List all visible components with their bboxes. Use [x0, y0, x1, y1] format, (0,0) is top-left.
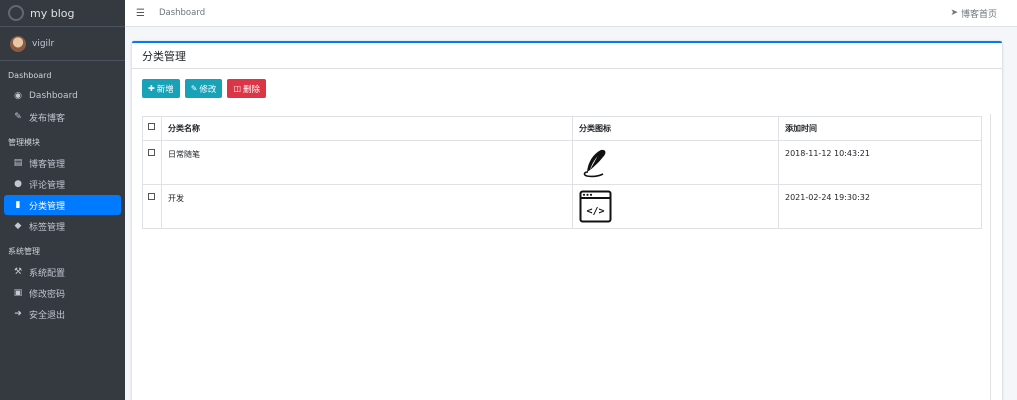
select-all-checkbox[interactable] [148, 123, 155, 130]
brand-title: my blog [30, 6, 75, 20]
table-header-row: 分类名称 分类图标 添加时间 [142, 116, 982, 141]
lock-icon: ▣ [13, 288, 23, 298]
add-button-label: 新增 [156, 84, 174, 95]
column-header-time[interactable]: 添加时间 [778, 116, 982, 141]
nav-header-system: 系统管理 [8, 247, 40, 256]
sidebar-item-label: Dashboard [29, 91, 78, 101]
table-row[interactable]: 开发 </> 2021-02-24 19:30:32 [142, 184, 982, 229]
trash-icon: ◫ [233, 84, 241, 93]
sidebar: my blog vigilr Dashboard ◉ Dashboard ✎ 发… [0, 0, 125, 400]
sidebar-item-logout[interactable]: ➜ 安全退出 [4, 304, 121, 324]
category-name-cell: 开发 [161, 184, 573, 229]
category-icon-cell: </> [572, 184, 779, 229]
add-button[interactable]: ✚ 新增 [142, 79, 180, 98]
table-row[interactable]: 日常随笔 2018-11-12 10:43:21 [142, 140, 982, 185]
edit-button[interactable]: ✎ 修改 [184, 79, 223, 98]
category-card: 分类管理 ✚ 新增 ✎ 修改 ◫ 删除 分类名称 分类图标 添加时间 日常随笔 … [132, 41, 1002, 400]
sidebar-item-label: 评论管理 [29, 180, 66, 191]
user-panel[interactable]: vigilr [0, 27, 125, 61]
nav-header-dashboard: Dashboard [8, 71, 52, 80]
sidebar-item-label: 标签管理 [29, 222, 66, 233]
sidebar-item-change-password[interactable]: ▣ 修改密码 [4, 283, 121, 303]
brand-link[interactable]: my blog [0, 0, 125, 27]
tachometer-icon: ◉ [14, 91, 22, 101]
menu-toggle-icon[interactable]: ☰ [136, 8, 145, 19]
avatar [10, 35, 26, 52]
wrench-icon: ⚒ [13, 267, 23, 277]
added-time-cell: 2021-02-24 19:30:32 [778, 184, 982, 229]
breadcrumb[interactable]: Dashboard [159, 8, 205, 18]
user-name: vigilr [32, 38, 55, 49]
code-window-icon: </> [579, 190, 612, 223]
plus-icon: ✚ [148, 84, 155, 93]
nav-header-management: 管理模块 [8, 138, 40, 147]
sidebar-item-blog-management[interactable]: ▤ 博客管理 [4, 153, 121, 173]
sidebar-item-comment-management[interactable]: ● 评论管理 [4, 174, 121, 194]
row-select-cell [142, 140, 162, 185]
sign-out-icon: ➜ [14, 309, 22, 319]
bookmark-icon: ▮ [15, 200, 21, 210]
table-right-border [990, 114, 991, 400]
select-all-cell [142, 116, 162, 141]
row-select-cell [142, 184, 162, 229]
sidebar-item-label: 博客管理 [29, 159, 66, 170]
column-header-icon[interactable]: 分类图标 [572, 116, 779, 141]
comments-icon: ● [14, 179, 22, 189]
sidebar-item-label: 分类管理 [29, 201, 66, 212]
list-icon: ▤ [13, 158, 23, 168]
sidebar-item-publish-blog[interactable]: ✎ 发布博客 [4, 107, 121, 127]
sidebar-item-dashboard[interactable]: ◉ Dashboard [4, 86, 121, 106]
quill-icon [583, 149, 606, 178]
brand-logo [8, 5, 24, 21]
edit-button-label: 修改 [199, 84, 217, 95]
sidebar-item-tag-management[interactable]: ◆ 标签管理 [4, 216, 121, 236]
card-title: 分类管理 [132, 43, 1002, 69]
svg-text:</>: </> [586, 206, 604, 217]
blog-home-label: 博客首页 [960, 9, 997, 20]
paper-plane-icon: ➤ [950, 8, 958, 18]
toolbar: ✚ 新增 ✎ 修改 ◫ 删除 [142, 79, 267, 98]
column-header-name[interactable]: 分类名称 [161, 116, 573, 141]
category-icon-cell [572, 140, 779, 185]
delete-button[interactable]: ◫ 删除 [227, 79, 267, 98]
sidebar-item-label: 安全退出 [29, 310, 66, 321]
topbar: ☰ Dashboard ➤ 博客首页 [125, 0, 1017, 27]
edit-icon: ✎ [14, 112, 22, 122]
added-time-cell: 2018-11-12 10:43:21 [778, 140, 982, 185]
row-checkbox[interactable] [148, 149, 155, 156]
blog-home-link[interactable]: ➤ 博客首页 [950, 7, 997, 20]
category-table: 分类名称 分类图标 添加时间 日常随笔 2018-11-12 10:43:21 [142, 116, 982, 229]
sidebar-item-label: 发布博客 [29, 113, 66, 124]
edit-icon: ✎ [190, 84, 198, 93]
sidebar-item-category-management[interactable]: ▮ 分类管理 [4, 195, 121, 215]
tags-icon: ◆ [14, 221, 22, 231]
row-checkbox[interactable] [148, 193, 155, 200]
sidebar-item-label: 系统配置 [29, 268, 66, 279]
delete-button-label: 删除 [243, 84, 261, 95]
category-name-cell: 日常随笔 [161, 140, 573, 185]
sidebar-item-system-config[interactable]: ⚒ 系统配置 [4, 262, 121, 282]
sidebar-item-label: 修改密码 [29, 289, 66, 300]
